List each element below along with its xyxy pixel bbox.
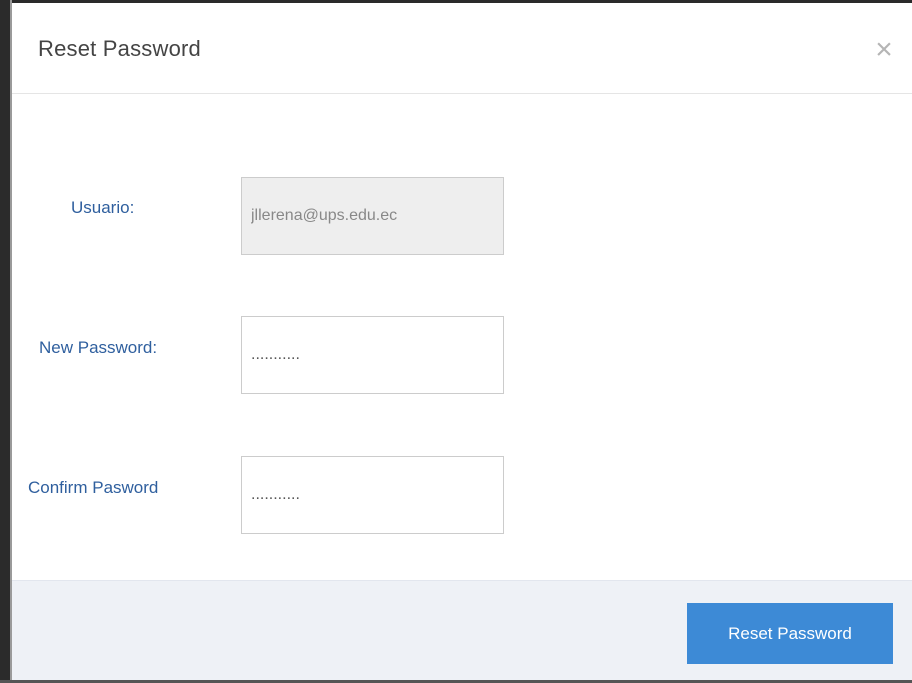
dialog-title: Reset Password	[38, 36, 201, 61]
dialog-footer: Reset Password	[12, 580, 912, 683]
new-password-label: New Password:	[39, 338, 158, 357]
dialog-header: Reset Password ×	[12, 3, 912, 94]
usuario-label: Usuario:	[71, 198, 135, 217]
new-password-input[interactable]	[241, 316, 504, 394]
window-left-edge	[0, 0, 10, 683]
close-icon[interactable]: ×	[870, 35, 898, 65]
reset-password-button[interactable]: Reset Password	[687, 603, 893, 664]
usuario-input[interactable]	[241, 177, 504, 255]
confirm-password-label: Confirm Pasword	[28, 478, 159, 497]
confirm-password-input[interactable]	[241, 456, 504, 534]
